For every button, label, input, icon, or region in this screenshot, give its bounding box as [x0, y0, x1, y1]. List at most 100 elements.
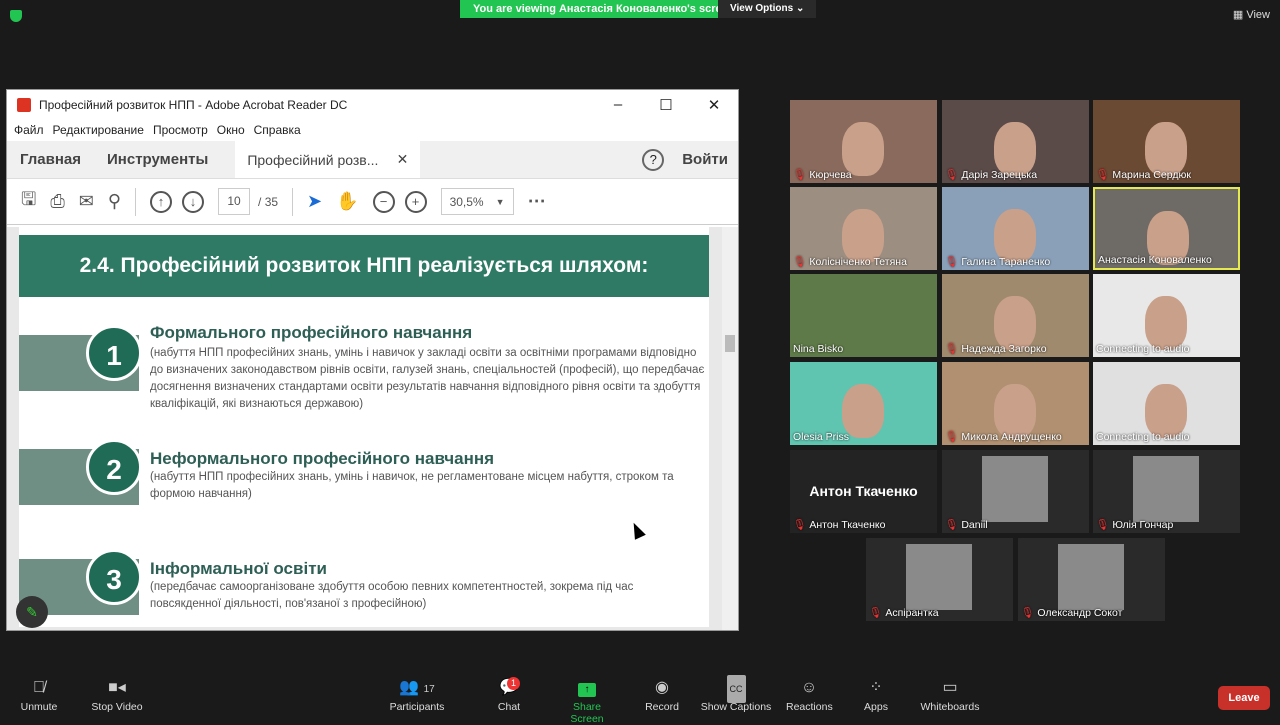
menu-help[interactable]: Справка	[254, 123, 301, 137]
menu-edit[interactable]: Редактирование	[53, 123, 144, 137]
acrobat-window: Професійний розвиток НПП - Adobe Acrobat…	[6, 89, 739, 631]
participants-button[interactable]: 👥 17 Participants	[388, 675, 446, 713]
annotate-pen-icon[interactable]: ✎	[16, 596, 48, 628]
participant-tile[interactable]: Антон Ткаченко 🎙 Антон Ткаченко	[790, 450, 937, 533]
view-options-button[interactable]: View Options ⌄	[718, 0, 817, 18]
prev-page-icon[interactable]: ↑	[150, 190, 173, 213]
zoom-in-icon[interactable]: +	[404, 190, 427, 213]
help-icon[interactable]: ?	[642, 148, 665, 171]
close-button[interactable]: ✕	[690, 96, 738, 114]
participant-tile[interactable]: 🎙 Микола Андрущенко	[942, 362, 1089, 445]
apps-button[interactable]: ⁘ Apps	[862, 675, 890, 713]
minimize-button[interactable]: –	[594, 96, 642, 114]
participant-name: 🎙 Аспірантка	[869, 606, 939, 619]
participant-name-text: Галина Тараненко	[961, 256, 1051, 268]
item-number: 1	[86, 325, 142, 381]
participant-tile[interactable]: 🎙 Колісніченко Тетяна	[790, 187, 937, 270]
unmute-button[interactable]: 🎙̸ Unmute	[18, 675, 60, 713]
menu-file[interactable]: Файл	[14, 123, 44, 137]
item-description: (передбачає самоорганізоване здобуття ос…	[150, 581, 634, 610]
participant-name: Nina Bisko	[793, 343, 843, 355]
title-bar: Професійний розвиток НПП - Adobe Acrobat…	[7, 90, 738, 119]
vertical-scrollbar[interactable]	[722, 227, 738, 630]
participant-name-text: Olesia Priss	[793, 431, 850, 443]
muted-mic-icon: 🎙	[945, 431, 959, 443]
participant-name: 🎙 Юлія Гончар	[1096, 518, 1173, 531]
select-cursor-icon[interactable]: ➤	[307, 191, 322, 212]
maximize-button[interactable]: ☐	[642, 96, 690, 114]
view-label: View	[1246, 9, 1270, 21]
participant-name-text: Кюрчева	[809, 169, 852, 181]
record-button[interactable]: ◉ Record	[644, 675, 680, 713]
participant-name-text: Марина Сердюк	[1112, 169, 1191, 181]
tab-document[interactable]: Професійний розв... ✕	[235, 141, 421, 178]
participant-tile[interactable]: 🎙 Аспірантка	[866, 538, 1013, 621]
reactions-label: Reactions	[786, 701, 833, 713]
participant-tile[interactable]: 🎙 Кюрчева	[790, 100, 937, 183]
video-camera-icon: ■◂	[108, 679, 126, 696]
participant-tile[interactable]: 🎙 Дарія Зарецька	[942, 100, 1089, 183]
reactions-button[interactable]: ☺ Reactions	[786, 675, 833, 713]
participant-face	[842, 384, 884, 438]
slide-heading: 2.4. Професійний розвиток НПП реалізуєть…	[19, 235, 709, 297]
participant-tile[interactable]: Connecting to audio	[1093, 362, 1240, 445]
document-view[interactable]: 2.4. Професійний розвиток НПП реалізуєть…	[7, 227, 738, 630]
zoom-level-value: 30,5%	[449, 194, 484, 209]
whiteboard-icon: ▭	[942, 679, 958, 696]
divider	[135, 187, 137, 216]
zoom-out-icon[interactable]: −	[372, 190, 395, 213]
zoom-level-select[interactable]: 30,5% ▼	[440, 188, 514, 215]
print-icon[interactable]: ⎙	[50, 191, 64, 212]
participant-tile[interactable]: Анастасія Коноваленко	[1093, 187, 1240, 270]
tab-tools[interactable]: Инструменты	[94, 141, 221, 178]
participant-tile[interactable]: 🎙 Олександр Сокот	[1018, 538, 1165, 621]
page-number-input[interactable]: 10	[218, 188, 251, 215]
save-icon[interactable]: 🖫	[21, 187, 36, 217]
whiteboards-button[interactable]: ▭ Whiteboards	[918, 675, 982, 713]
participant-video	[1058, 544, 1124, 610]
next-page-icon[interactable]: ↓	[182, 190, 205, 213]
participant-tile[interactable]: 🎙 Юлія Гончар	[1093, 450, 1240, 533]
participant-name-text: Надежда Загорко	[961, 343, 1047, 355]
participant-tile[interactable]: 🎙 Daniil	[942, 450, 1089, 533]
participant-tile[interactable]: 🎙 Галина Тараненко	[942, 187, 1089, 270]
participant-name-text: Антон Ткаченко	[809, 519, 886, 531]
search-icon[interactable]: ⚲	[108, 191, 121, 212]
participant-name-text: Олександр Сокот	[1037, 607, 1123, 619]
participant-name-text: Аспірантка	[885, 607, 939, 619]
stop-video-button[interactable]: ■◂ Stop Video	[88, 675, 146, 713]
menu-bar: Файл Редактирование Просмотр Окно Справк…	[7, 119, 738, 141]
chat-badge: 1	[507, 677, 520, 690]
tab-home[interactable]: Главная	[7, 141, 94, 178]
login-button[interactable]: Войти	[682, 151, 728, 168]
share-screen-icon: ↑	[556, 675, 618, 701]
participant-name: 🎙 Галина Тараненко	[945, 255, 1050, 268]
participant-tile[interactable]: 🎙 Марина Сердюк	[1093, 100, 1240, 183]
participant-name-text: Daniil	[961, 519, 988, 531]
participant-tile[interactable]: Olesia Priss	[790, 362, 937, 445]
scroll-thumb[interactable]	[725, 335, 735, 352]
share-screen-button[interactable]: ↑ Share Screen	[556, 675, 618, 725]
participant-face	[1145, 384, 1187, 438]
close-tab-icon[interactable]: ✕	[397, 151, 409, 168]
muted-mic-icon: 🎙	[945, 343, 959, 355]
window-title: Професійний розвиток НПП - Adobe Acrobat…	[39, 97, 348, 112]
captions-button[interactable]: CC Show Captions	[700, 675, 772, 713]
chat-button[interactable]: 💬1Chat	[496, 675, 522, 713]
more-icon[interactable]: ⋯	[528, 191, 546, 212]
participant-tile[interactable]: Connecting to audio	[1093, 274, 1240, 357]
security-shield-icon[interactable]	[10, 10, 22, 22]
view-button[interactable]: ▦ View	[1233, 8, 1270, 21]
participant-name: 🎙 Дарія Зарецька	[945, 168, 1037, 181]
menu-window[interactable]: Окно	[217, 123, 245, 137]
pdf-icon	[17, 97, 31, 112]
participants-icon: 👥 17	[399, 679, 435, 696]
hand-tool-icon[interactable]: ✋	[336, 191, 358, 212]
muted-mic-icon: 🎙	[869, 607, 883, 619]
participant-tile[interactable]: 🎙 Надежда Загорко	[942, 274, 1089, 357]
participant-tile[interactable]: Nina Bisko	[790, 274, 937, 357]
email-icon[interactable]: ✉	[79, 191, 94, 212]
captions-label: Show Captions	[700, 701, 772, 713]
leave-button[interactable]: Leave	[1218, 686, 1270, 710]
menu-view[interactable]: Просмотр	[153, 123, 208, 137]
